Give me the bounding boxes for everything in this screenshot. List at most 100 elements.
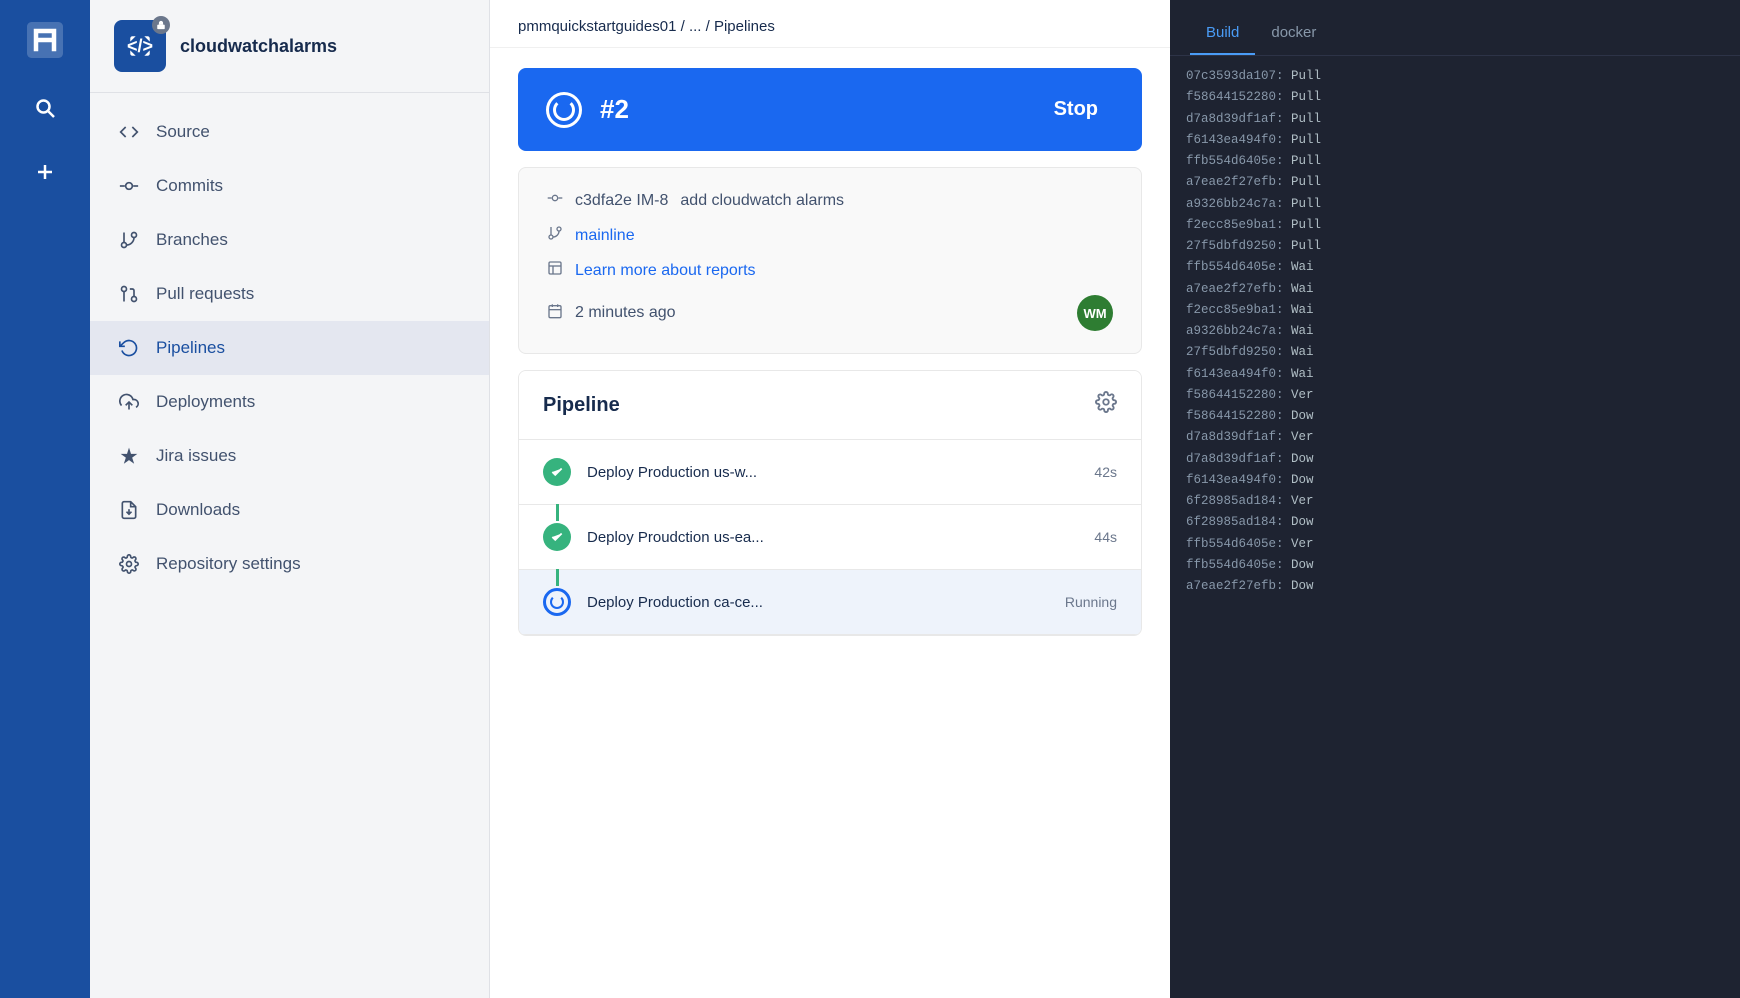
breadcrumb-part-1: pmmquickstartguides01 (518, 18, 676, 35)
step-connector-1 (556, 504, 559, 521)
log-hash: ffb554d6405e: (1186, 558, 1284, 572)
timestamp: 2 minutes ago (575, 304, 676, 322)
step-status-3: Running (1065, 594, 1117, 610)
breadcrumb-part-2: ... (689, 18, 702, 35)
tab-docker[interactable]: docker (1255, 12, 1332, 55)
log-action: Dow (1291, 452, 1314, 466)
log-line: 07c3593da107: Pull (1186, 66, 1724, 87)
log-action: Wai (1291, 303, 1314, 317)
build-log: 07c3593da107: Pullf58644152280: Pulld7a8… (1170, 56, 1740, 998)
sidebar-nav: Source Commits Br (90, 93, 489, 998)
pipeline-step-2[interactable]: Deploy Proudction us-ea... 44s (519, 505, 1141, 570)
log-line: d7a8d39df1af: Pull (1186, 109, 1724, 130)
log-action: Pull (1291, 175, 1321, 189)
log-line: ffb554d6405e: Pull (1186, 151, 1724, 172)
log-action: Pull (1291, 218, 1321, 232)
log-line: a9326bb24c7a: Wai (1186, 321, 1724, 342)
log-line: f2ecc85e9ba1: Pull (1186, 215, 1724, 236)
tab-build[interactable]: Build (1190, 12, 1255, 55)
log-hash: f6143ea494f0: (1186, 473, 1284, 487)
log-hash: ffb554d6405e: (1186, 260, 1284, 274)
log-line: f6143ea494f0: Dow (1186, 470, 1724, 491)
sidebar-item-branches-label: Branches (156, 230, 228, 250)
log-hash: f6143ea494f0: (1186, 367, 1284, 381)
commit-icon (547, 190, 563, 211)
sidebar-item-branches[interactable]: Branches (90, 213, 489, 267)
log-line: f58644152280: Ver (1186, 385, 1724, 406)
pipeline-header-left: #2 (546, 92, 629, 128)
log-action: Ver (1291, 494, 1314, 508)
step-name-3: Deploy Production ca-ce... (587, 594, 1049, 611)
step-running-icon-3 (543, 588, 571, 616)
sidebar-item-downloads-label: Downloads (156, 500, 240, 520)
log-hash: a9326bb24c7a: (1186, 324, 1284, 338)
repo-icon: </> (114, 20, 166, 72)
log-hash: f58644152280: (1186, 90, 1284, 104)
log-hash: 27f5dbfd9250: (1186, 345, 1284, 359)
log-line: 27f5dbfd9250: Pull (1186, 236, 1724, 257)
log-hash: d7a8d39df1af: (1186, 430, 1284, 444)
commit-link[interactable]: c3dfa2e IM-8 (575, 192, 668, 210)
log-hash: a7eae2f27efb: (1186, 579, 1284, 593)
reports-icon (547, 260, 563, 281)
sidebar-item-deployments[interactable]: Deployments (90, 375, 489, 429)
sidebar-item-pull-requests[interactable]: Pull requests (90, 267, 489, 321)
log-action: Wai (1291, 324, 1314, 338)
commit-ref-text: IM-8 (636, 192, 668, 209)
sidebar-item-settings[interactable]: Repository settings (90, 537, 489, 591)
learn-more-link[interactable]: Learn more about reports (575, 262, 756, 280)
step-name-1: Deploy Production us-w... (587, 464, 1078, 481)
sidebar-item-source[interactable]: Source (90, 105, 489, 159)
search-button[interactable] (25, 88, 65, 128)
sidebar-item-commits[interactable]: Commits (90, 159, 489, 213)
branch-icon (547, 225, 563, 246)
branches-icon (118, 229, 140, 251)
step-check-icon-2 (543, 523, 571, 551)
stop-button[interactable]: Stop (1038, 90, 1114, 129)
settings-icon (118, 553, 140, 575)
lock-badge (152, 16, 170, 34)
log-line: ffb554d6405e: Ver (1186, 534, 1724, 555)
log-line: f6143ea494f0: Pull (1186, 130, 1724, 151)
log-action: Ver (1291, 388, 1314, 402)
sidebar-item-pipelines[interactable]: Pipelines (90, 321, 489, 375)
log-line: d7a8d39df1af: Dow (1186, 449, 1724, 470)
add-button[interactable] (25, 152, 65, 192)
timestamp-group: 2 minutes ago (547, 303, 676, 324)
log-action: Pull (1291, 133, 1321, 147)
breadcrumb-part-3: Pipelines (714, 18, 775, 35)
log-action: Pull (1291, 112, 1321, 126)
pipeline-step-1[interactable]: Deploy Production us-w... 42s (519, 440, 1141, 505)
log-hash: 6f28985ad184: (1186, 515, 1284, 529)
log-hash: f2ecc85e9ba1: (1186, 218, 1284, 232)
commits-icon (118, 175, 140, 197)
log-action: Wai (1291, 367, 1314, 381)
pipeline-number: #2 (600, 94, 629, 125)
clock-icon (547, 303, 563, 324)
main-content-area: pmmquickstartguides01 / ... / Pipelines … (490, 0, 1170, 998)
app-logo[interactable] (21, 16, 69, 64)
log-line: f2ecc85e9ba1: Wai (1186, 300, 1724, 321)
sidebar-item-jira[interactable]: Jira issues (90, 429, 489, 483)
repo-header: </> cloudwatchalarms (90, 0, 489, 93)
pipeline-running-icon (546, 92, 582, 128)
pipeline-section-title: Pipeline (543, 394, 620, 417)
branch-link[interactable]: mainline (575, 227, 635, 245)
step-connector-2 (556, 569, 559, 586)
step-time-1: 42s (1094, 464, 1117, 480)
log-line: f58644152280: Dow (1186, 406, 1724, 427)
pipeline-step-3[interactable]: Deploy Production ca-ce... Running (519, 570, 1141, 635)
log-hash: ffb554d6405e: (1186, 154, 1284, 168)
pull-requests-icon (118, 283, 140, 305)
breadcrumb: pmmquickstartguides01 / ... / Pipelines (490, 0, 1170, 48)
sidebar-item-downloads[interactable]: Downloads (90, 483, 489, 537)
log-hash: f58644152280: (1186, 388, 1284, 402)
log-hash: 6f28985ad184: (1186, 494, 1284, 508)
log-line: a7eae2f27efb: Pull (1186, 172, 1724, 193)
commit-message: add cloudwatch alarms (680, 192, 844, 210)
log-action: Dow (1291, 558, 1314, 572)
avatar: WM (1077, 295, 1113, 331)
pipeline-settings-button[interactable] (1095, 391, 1117, 419)
step-check-icon-1 (543, 458, 571, 486)
log-hash: f2ecc85e9ba1: (1186, 303, 1284, 317)
